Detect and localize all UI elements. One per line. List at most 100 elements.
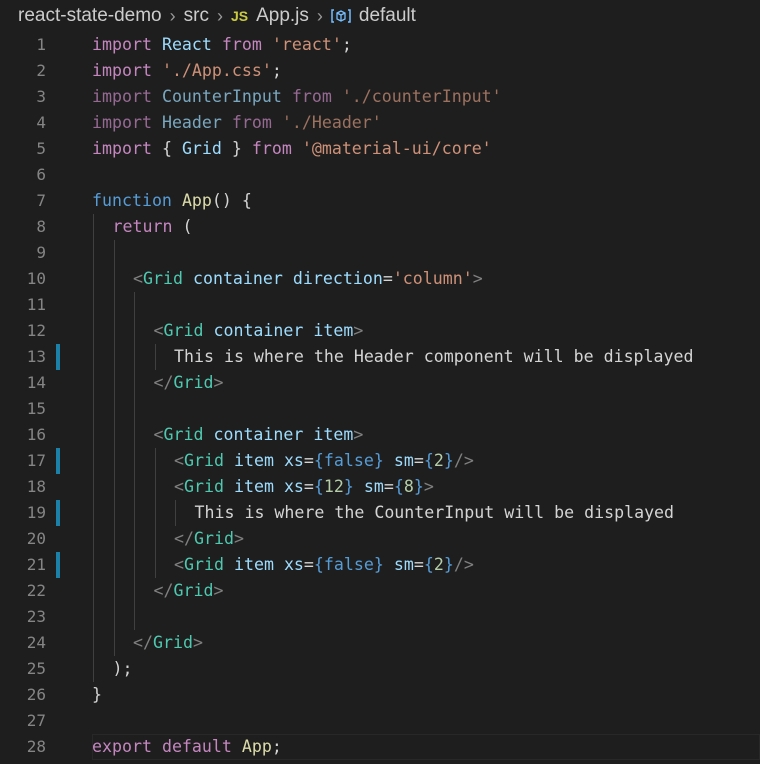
indent-guide (154, 500, 156, 526)
code-line[interactable]: 28 export default App; (0, 734, 760, 760)
indent-guide (113, 266, 115, 292)
code-token: ; (271, 737, 282, 756)
indent-guide (134, 344, 135, 370)
code-line[interactable]: 9 (0, 240, 760, 266)
line-number: 3 (36, 87, 46, 106)
indent-guide (113, 396, 115, 422)
code-text: return ( (113, 214, 193, 240)
indent-guide (113, 344, 115, 370)
code-text: <Grid container item> (154, 422, 364, 448)
indent-guide (93, 240, 94, 266)
modified-line-marker[interactable] (56, 552, 60, 578)
code-token: 'react' (271, 35, 342, 54)
code-token: } (443, 555, 454, 574)
code-text: <Grid container direction='column'> (133, 266, 483, 292)
line-number: 15 (26, 399, 46, 418)
code-line[interactable]: 15 (0, 396, 760, 422)
code-token: } (373, 555, 384, 574)
code-line[interactable]: 7 function App() { (0, 188, 760, 214)
code-line[interactable]: 16 <Grid container item> (0, 422, 760, 448)
code-token: import (92, 113, 152, 132)
indent-guide (134, 292, 135, 318)
code-line[interactable]: 17 <Grid item xs={false} sm={2}/> (0, 448, 760, 474)
code-line[interactable]: 5 import { Grid } from '@material-ui/core… (0, 136, 760, 162)
line-number: 10 (26, 269, 46, 288)
code-line[interactable]: 24 </Grid> (0, 630, 760, 656)
code-token: } (92, 685, 102, 704)
indent-guide (113, 240, 115, 266)
code-line[interactable]: 4 import Header from './Header' (0, 110, 760, 136)
code-text: } (92, 682, 102, 708)
indent-guide (113, 422, 115, 448)
code-token: Grid (163, 321, 204, 340)
breadcrumb-subfolder[interactable]: src (184, 5, 209, 27)
code-token: = (383, 477, 394, 496)
code-token: sm (363, 477, 384, 496)
code-line[interactable]: 2 import './App.css'; (0, 58, 760, 84)
modified-line-marker[interactable] (56, 500, 60, 526)
code-line[interactable]: 8 return ( (0, 214, 760, 240)
code-line[interactable]: 22 </Grid> (0, 578, 760, 604)
indent-guide (113, 318, 115, 344)
indent-guide (113, 630, 115, 656)
code-text: <Grid item xs={false} sm={2}/> (174, 552, 474, 578)
line-number: 20 (26, 529, 46, 548)
code-token: /> (453, 555, 474, 574)
code-line[interactable]: 23 (0, 604, 760, 630)
modified-line-marker[interactable] (56, 448, 60, 474)
code-line[interactable]: 26} (0, 682, 760, 708)
code-token: </ (174, 529, 194, 548)
chevron-right-icon: › (169, 5, 176, 26)
code-line[interactable]: 18 <Grid item xs={12} sm={8}> (0, 474, 760, 500)
code-line[interactable]: 13 This is where the Header component wil… (0, 344, 760, 370)
code-line[interactable]: 6 (0, 162, 760, 188)
indent-guide (93, 604, 94, 630)
code-token: default (161, 737, 232, 756)
code-line[interactable]: 1 import React from 'react'; (0, 32, 760, 58)
breadcrumb-folder[interactable]: react-state-demo (18, 5, 162, 27)
line-number: 6 (36, 165, 46, 184)
code-token: > (233, 529, 244, 548)
code-token: > (423, 477, 434, 496)
code-token: from (251, 139, 292, 158)
code-token: sm (393, 555, 414, 574)
code-line[interactable]: 21 <Grid item xs={false} sm={2}/> (0, 552, 760, 578)
code-line[interactable]: 12 <Grid container item> (0, 318, 760, 344)
breadcrumb-symbol[interactable]: default (359, 5, 416, 27)
code-token: '@material-ui/core' (301, 139, 492, 158)
code-editor[interactable]: 1 import React from 'react'; 2 import './Ap… (0, 32, 760, 760)
code-text: import CounterInput from './counterInput… (92, 84, 502, 110)
indent-guide (93, 474, 94, 500)
line-number: 25 (26, 659, 46, 678)
code-token: Grid (181, 139, 222, 158)
code-token: = (303, 451, 314, 470)
code-line[interactable]: 11 (0, 292, 760, 318)
indent-guide (93, 292, 94, 318)
code-token: Header (161, 113, 222, 132)
code-text: ); (113, 656, 133, 682)
code-text: <Grid container item> (154, 318, 364, 344)
indent-guide (93, 344, 94, 370)
code-text: export default App; (92, 734, 282, 760)
code-line[interactable]: 27 (0, 708, 760, 734)
breadcrumb-file[interactable]: App.js (256, 5, 309, 27)
code-line[interactable]: 19 This is where the CounterInput will be… (0, 500, 760, 526)
indent-guide (134, 500, 135, 526)
code-token: </ (153, 581, 174, 600)
modified-line-marker[interactable] (56, 344, 60, 370)
line-number: 12 (26, 321, 46, 340)
code-line[interactable]: 25); (0, 656, 760, 682)
code-token: item (233, 555, 274, 574)
code-line[interactable]: 14 </Grid> (0, 370, 760, 396)
indent-guide (134, 604, 135, 630)
code-line[interactable]: 10 <Grid container direction='column'> (0, 266, 760, 292)
code-line[interactable]: 20 </Grid> (0, 526, 760, 552)
code-line[interactable]: 3 import CounterInput from './counterInpu… (0, 84, 760, 110)
